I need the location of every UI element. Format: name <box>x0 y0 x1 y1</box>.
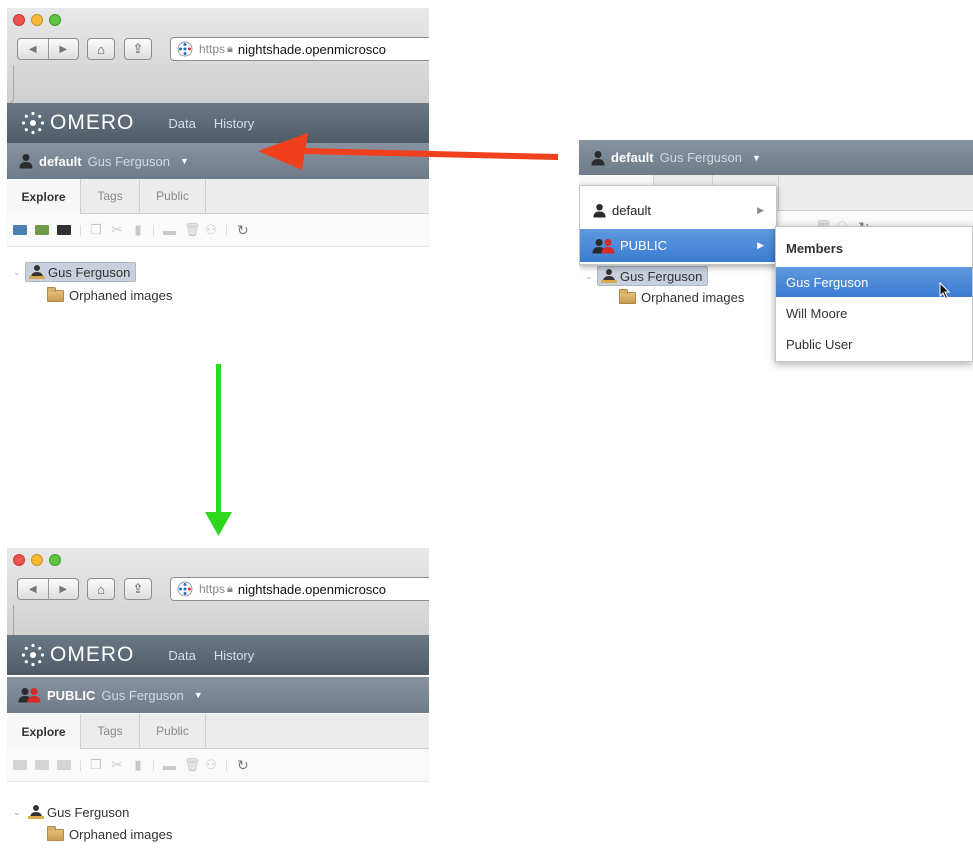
red-arrow <box>258 133 559 170</box>
annotation-arrows <box>205 133 559 536</box>
green-arrow <box>205 364 232 536</box>
